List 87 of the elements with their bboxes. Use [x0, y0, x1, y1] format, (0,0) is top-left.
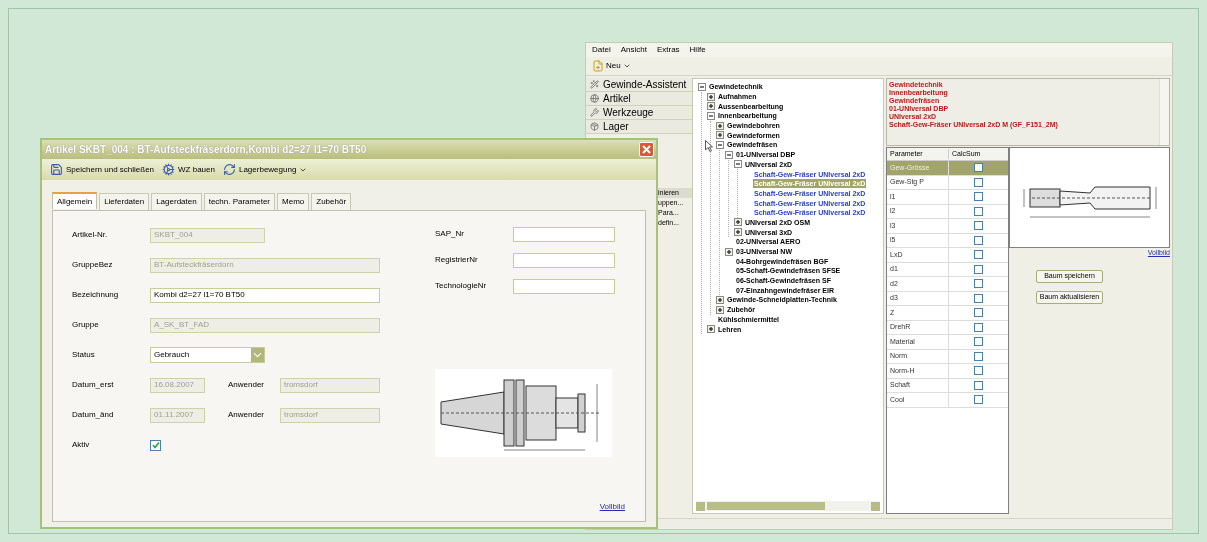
caret-icon: [622, 62, 631, 70]
package-icon: [590, 122, 599, 131]
checkbox[interactable]: [974, 351, 983, 361]
refresh-icon: [222, 163, 236, 176]
input-field[interactable]: [513, 252, 615, 268]
globe-icon: [590, 94, 599, 103]
expand-icon[interactable]: [734, 218, 742, 227]
checkbox[interactable]: [974, 279, 983, 289]
field-label: Anwender: [228, 409, 266, 421]
input-field[interactable]: Kombi d2=27 l1=70 BT50: [150, 287, 380, 303]
vertical-scrollbar[interactable]: [1159, 79, 1169, 145]
field-label: SAP_Nr: [435, 228, 465, 240]
field-label: Datum_erst: [72, 379, 115, 391]
collapse-icon[interactable]: [716, 140, 724, 149]
field-label: Gruppe: [72, 319, 100, 331]
checkbox[interactable]: [974, 395, 983, 405]
nav-button[interactable]: Gewinde-Assistent: [586, 78, 692, 92]
expand-icon[interactable]: [716, 131, 724, 140]
expand-icon[interactable]: [725, 247, 733, 256]
expand-icon[interactable]: [707, 92, 715, 101]
checkbox[interactable]: [974, 380, 983, 390]
close-button[interactable]: [639, 142, 654, 157]
status-dropdown[interactable]: Gebrauch: [150, 347, 265, 363]
new-button[interactable]: Neu: [590, 58, 633, 74]
checkbox[interactable]: [974, 293, 983, 303]
expand-icon[interactable]: [716, 305, 724, 314]
field-label: Datum_änd: [72, 409, 115, 421]
toolbar-button[interactable]: Lagerbewegung: [222, 161, 308, 178]
wand-icon: [590, 80, 599, 89]
close-icon: [642, 145, 651, 154]
gear-icon: [162, 163, 176, 176]
dropdown-caret-icon: [251, 348, 264, 362]
expand-icon[interactable]: [734, 228, 742, 237]
checkbox[interactable]: [974, 250, 983, 260]
checkbox[interactable]: [974, 308, 983, 318]
window-title: Artikel SKBT_004 : BT-Aufsteckfräserdorn,Kombi d2=27 l1=70 BT50: [45, 143, 368, 157]
checkbox[interactable]: [974, 337, 983, 347]
tab[interactable]: Allgemein: [52, 192, 98, 209]
checkbox[interactable]: [974, 264, 983, 274]
field-label: Anwender: [228, 379, 266, 391]
wrench-icon: [590, 108, 599, 117]
checkbox[interactable]: [974, 235, 983, 245]
checkbox[interactable]: [974, 366, 983, 376]
collapse-icon[interactable]: [707, 111, 715, 120]
expand-icon[interactable]: [716, 121, 724, 130]
checkbox[interactable]: [974, 322, 983, 332]
tab[interactable]: Lieferdaten: [99, 193, 150, 210]
checkbox[interactable]: [974, 206, 983, 216]
checkbox[interactable]: [974, 221, 983, 231]
horizontal-scrollbar[interactable]: [696, 501, 880, 511]
checkbox[interactable]: [974, 163, 983, 173]
toolbar-button[interactable]: WZ bauen: [162, 161, 215, 178]
save-icon: [50, 163, 63, 176]
collapse-icon[interactable]: [698, 82, 706, 91]
menu-item[interactable]: Ansicht: [620, 44, 647, 56]
nav-button[interactable]: Artikel: [586, 92, 692, 106]
tab[interactable]: Zubehör: [311, 193, 352, 210]
collapse-icon[interactable]: [734, 160, 742, 169]
tab[interactable]: Lagerdaten: [151, 193, 202, 210]
expand-icon[interactable]: [716, 295, 724, 304]
menu-item[interactable]: Datei: [592, 44, 611, 56]
menu-item[interactable]: Hilfe: [689, 44, 706, 56]
tab[interactable]: Memo: [277, 193, 310, 210]
expand-icon[interactable]: [707, 102, 715, 111]
fullscreen-link[interactable]: Vollbild: [599, 501, 625, 513]
new-document-icon: [592, 60, 604, 72]
tab[interactable]: techn. Parameter: [203, 193, 276, 210]
field-label: Artikel-Nr.: [72, 229, 109, 241]
nav-button[interactable]: Werkzeuge: [586, 106, 692, 120]
field-label: Aktiv: [72, 439, 91, 451]
input-field[interactable]: [513, 278, 615, 294]
collapse-icon[interactable]: [725, 150, 733, 159]
expand-icon[interactable]: [707, 325, 715, 334]
field-label: TechnologieNr: [435, 280, 488, 292]
field-label: Status: [72, 349, 96, 361]
input-field[interactable]: [513, 226, 615, 242]
mouse-pointer-icon: [705, 140, 713, 152]
check-icon: [151, 441, 160, 449]
checkbox[interactable]: [974, 192, 983, 202]
checkbox[interactable]: [974, 177, 983, 187]
field-label: RegistrierNr: [435, 254, 479, 266]
field-label: Bezeichnung: [72, 289, 120, 301]
toolbar-button[interactable]: Speichern und schließen: [50, 161, 155, 178]
nav-button[interactable]: Lager: [586, 120, 692, 134]
menu-item[interactable]: Extras: [656, 44, 680, 56]
field-label: GruppeBez: [72, 259, 114, 271]
checkbox[interactable]: [150, 439, 161, 451]
